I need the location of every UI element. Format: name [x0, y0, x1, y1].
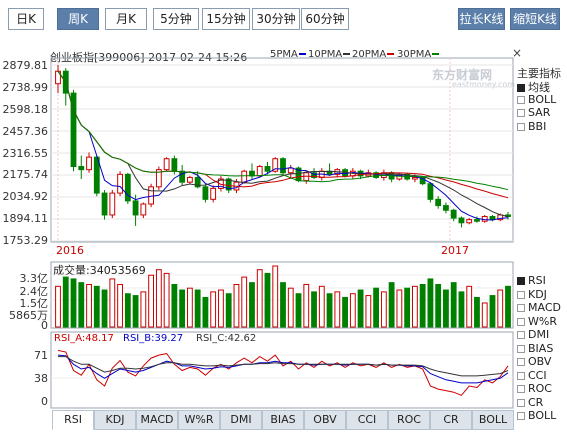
candle-up — [411, 176, 418, 180]
candle-down — [435, 198, 442, 207]
volume-bar — [124, 293, 131, 328]
volume-bar — [450, 282, 457, 328]
volume-bar — [140, 291, 147, 328]
volume-bar — [287, 287, 294, 328]
candle-down — [132, 200, 139, 216]
volume-bar — [280, 282, 286, 328]
volume-bar — [132, 295, 139, 328]
volume-bar — [78, 282, 85, 328]
volume-bar — [505, 285, 511, 328]
volume-bar — [155, 269, 162, 328]
volume-bar — [303, 283, 310, 328]
candle-up — [210, 187, 217, 200]
volume-bar — [101, 289, 108, 328]
candle-down — [249, 170, 255, 177]
volume-bar — [171, 283, 178, 328]
volume-bar — [86, 283, 92, 328]
volume-bar — [249, 282, 255, 328]
volume-bar — [481, 302, 488, 328]
candle-down — [427, 183, 434, 200]
volume-bar — [466, 285, 473, 328]
volume-bar — [202, 296, 209, 328]
volume-bar — [117, 283, 123, 328]
candle-down — [443, 205, 449, 211]
volume-bar — [380, 291, 387, 328]
volume-bar — [435, 283, 442, 328]
candle-up — [287, 167, 294, 174]
volume-bar — [373, 287, 380, 328]
rsi-frame — [50, 331, 514, 409]
volume-bar — [396, 289, 403, 328]
candle-up — [86, 156, 92, 171]
volume-bar — [489, 295, 496, 328]
volume-bar — [241, 276, 248, 328]
volume-bar — [365, 295, 372, 328]
volume-bar — [186, 287, 193, 328]
volume-bar — [318, 285, 325, 328]
volume-bar — [194, 289, 201, 328]
volume-bar — [93, 285, 100, 328]
rsi-line-rsi_a — [57, 349, 509, 396]
volume-bar — [334, 291, 341, 328]
volume-bar — [264, 272, 271, 328]
candle-up — [109, 192, 116, 216]
volume-bar — [342, 296, 348, 328]
candle-up — [140, 203, 147, 216]
candle-down — [101, 192, 108, 216]
volume-bar — [295, 293, 302, 328]
volume-bar — [497, 289, 504, 328]
candle-up — [466, 219, 473, 224]
volume-bar — [388, 282, 395, 328]
kline-chart — [50, 57, 514, 409]
volume-bar — [474, 296, 480, 328]
candle-up — [186, 176, 193, 183]
volume-bar — [210, 291, 217, 328]
candle-down — [474, 219, 480, 222]
volume-bar — [411, 285, 418, 328]
volume-bar — [55, 285, 61, 328]
volume-bar — [256, 269, 263, 328]
volume-bar — [427, 278, 434, 328]
candle-down — [280, 158, 286, 174]
volume-bar — [419, 283, 426, 328]
candle-down — [202, 186, 209, 200]
volume-bar — [272, 265, 279, 328]
volume-bar — [404, 287, 411, 328]
volume-bar — [349, 293, 356, 328]
volume-bar — [70, 278, 77, 328]
candle-down — [264, 166, 271, 172]
candle-down — [458, 217, 465, 224]
volume-bar — [62, 276, 69, 328]
price-frame — [50, 57, 514, 243]
volume-bar — [109, 278, 116, 328]
candle-up — [163, 158, 170, 171]
candle-down — [450, 209, 457, 219]
candle-down — [124, 173, 131, 202]
volume-bar — [148, 274, 155, 328]
candle-down — [78, 166, 85, 171]
volume-bar — [458, 291, 465, 328]
candle-up — [148, 186, 155, 205]
volume-bar — [311, 291, 317, 328]
volume-bar — [218, 289, 224, 328]
volume-bar — [357, 289, 364, 328]
volume-bar — [443, 289, 449, 328]
volume-bar — [233, 283, 240, 328]
candle-up — [256, 166, 263, 177]
candle-down — [171, 158, 178, 172]
volume-bar — [179, 289, 186, 328]
volume-bar — [326, 293, 333, 328]
candle-up — [117, 173, 123, 194]
candle-up — [241, 170, 248, 183]
volume-bar — [225, 293, 232, 328]
volume-bar — [163, 272, 170, 328]
